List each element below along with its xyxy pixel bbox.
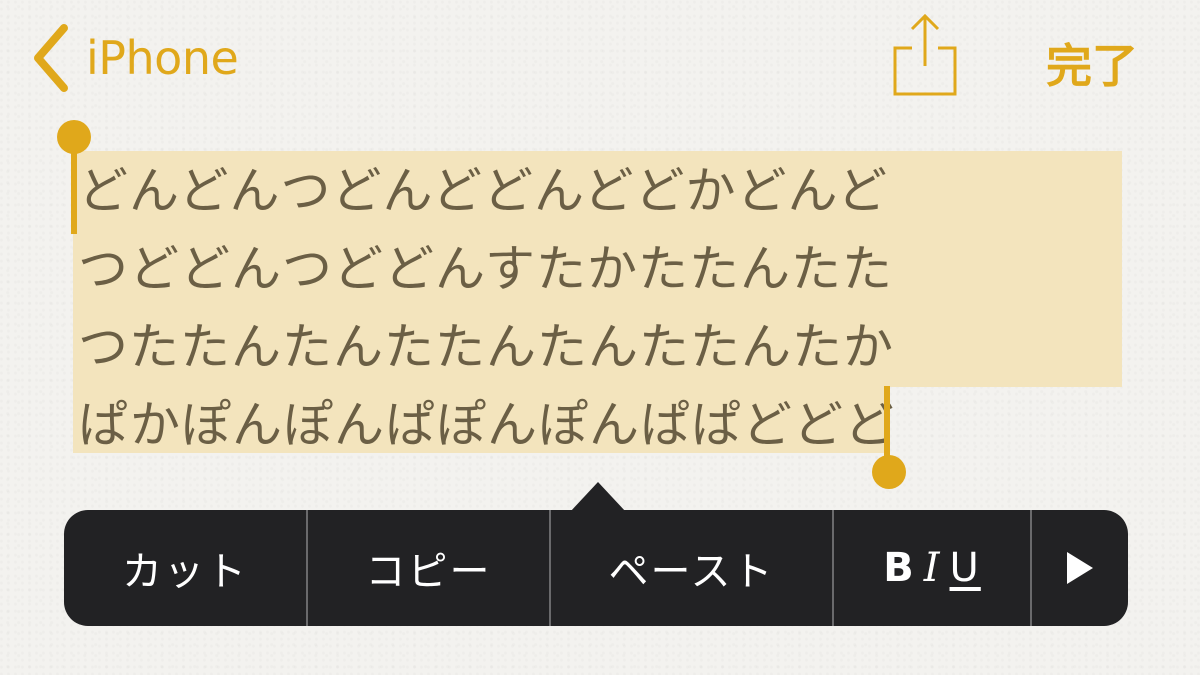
cut-button[interactable]: カット: [64, 510, 308, 626]
copy-button[interactable]: コピー: [308, 510, 551, 626]
edit-menu-pointer: [570, 482, 626, 512]
more-options-button[interactable]: [1032, 510, 1128, 626]
back-button[interactable]: iPhone: [28, 22, 239, 94]
share-button[interactable]: [890, 10, 960, 100]
underline-label: U: [949, 545, 981, 591]
italic-label: I: [923, 545, 942, 591]
paste-button[interactable]: ペースト: [551, 510, 834, 626]
note-line: つたたんたんたたんたんたたんたか: [78, 318, 894, 376]
navigation-bar: iPhone 完了: [0, 0, 1200, 120]
edit-menu: カット コピー ペースト B I U: [64, 510, 1128, 626]
selection-start-handle[interactable]: [57, 120, 91, 154]
share-icon: [893, 13, 957, 96]
format-biu-button[interactable]: B I U: [834, 510, 1032, 626]
note-body[interactable]: どんどんつどんどどんどどかどんど つどどんつどどんすたかたたんたた つたたんたん…: [78, 152, 895, 464]
note-line: ぱかぽんぽんぱぽんぽんぱぱどどど: [78, 396, 895, 454]
bold-label: B: [883, 545, 916, 591]
selection-end-caret[interactable]: [884, 386, 890, 466]
done-button[interactable]: 完了: [1046, 30, 1138, 96]
back-button-label: iPhone: [86, 31, 239, 85]
note-line: どんどんつどんどどんどどかどんど: [78, 162, 888, 220]
play-arrow-icon: [1067, 552, 1093, 584]
chevron-left-icon: [34, 24, 68, 92]
selection-start-caret[interactable]: [71, 150, 77, 234]
selection-end-handle[interactable]: [872, 455, 906, 489]
note-line: つどどんつどどんすたかたたんたた: [78, 240, 893, 298]
